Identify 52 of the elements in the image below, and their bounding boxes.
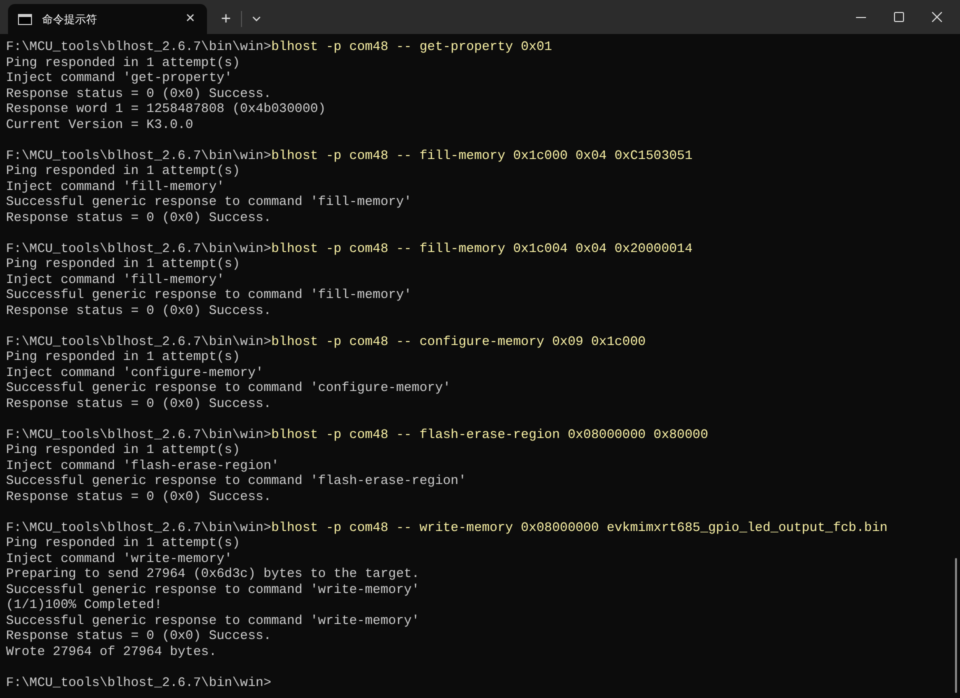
output-line: Inject command 'fill-memory' bbox=[6, 272, 224, 286]
output-line: Response status = 0 (0x0) Success. bbox=[6, 628, 272, 643]
close-tab-button[interactable]: × bbox=[184, 11, 197, 27]
prompt-path: F:\MCU_tools\blhost_2.6.7\bin\win> bbox=[6, 674, 272, 690]
output-line: Inject command 'write-memory' bbox=[6, 550, 232, 566]
output-line: Ping responded in 1 attempt(s) bbox=[6, 163, 240, 178]
output-line: Inject command 'flash-erase-region' bbox=[6, 458, 280, 472]
output-line: Preparing to send 27964 (0x6d3c) bytes to the target. bbox=[6, 566, 420, 581]
output-line: Successful generic response to command 'write-memory' bbox=[6, 582, 420, 596]
output-line: Inject command 'fill-memory' bbox=[6, 178, 224, 194]
chevron-down-icon bbox=[252, 16, 261, 22]
output-line: (1/1)100% Completed! bbox=[6, 597, 162, 612]
output-line: Response status = 0 (0x0) Success. bbox=[6, 302, 272, 318]
prompt-path: F:\MCU_tools\blhost_2.6.7\bin\win> bbox=[6, 334, 272, 348]
command-text: blhost -p com48 -- fill-memory 0x1c004 0x04 0x20000014 bbox=[271, 240, 693, 256]
command-text: blhost -p com48 -- get-property 0x01 bbox=[271, 39, 552, 54]
command-text: blhost -p com48 -- configure-memory 0x09 0x1c000 bbox=[271, 334, 646, 348]
output-line: Successful generic response to command 'fill-memory' bbox=[6, 287, 412, 302]
command-text: blhost -p com48 -- write-memory 0x08000000 evkmimxrt685_gpio_led_output_fcb.bin bbox=[271, 520, 888, 534]
output-line: Ping responded in 1 attempt(s) bbox=[6, 442, 240, 457]
output-line: Response status = 0 (0x0) Success. bbox=[6, 210, 272, 224]
output-line: Ping responded in 1 attempt(s) bbox=[6, 54, 240, 70]
output-line: Successful generic response to command 'write-memory' bbox=[6, 612, 420, 628]
output-line: Ping responded in 1 attempt(s) bbox=[6, 535, 240, 550]
output-line: Inject command 'get-property' bbox=[6, 70, 232, 85]
output-line: Response status = 0 (0x0) Success. bbox=[6, 396, 272, 410]
output-line: Response word 1 = 1258487808 (0x4b030000) bbox=[6, 101, 326, 116]
new-tab-button[interactable]: + bbox=[215, 4, 237, 34]
output-line: Inject command 'configure-memory' bbox=[6, 364, 264, 380]
output-line: Successful generic response to command 'flash-erase-region' bbox=[6, 473, 466, 488]
output-line: Response status = 0 (0x0) Success. bbox=[6, 488, 272, 504]
output-line: Ping responded in 1 attempt(s) bbox=[6, 349, 240, 364]
output-line: Response status = 0 (0x0) Success. bbox=[6, 86, 272, 100]
tab-title: 命令提示符 bbox=[42, 12, 98, 26]
output-line: Wrote 27964 of 27964 bytes. bbox=[6, 644, 217, 658]
prompt-path: F:\MCU_tools\blhost_2.6.7\bin\win> bbox=[6, 240, 272, 256]
prompt-path: F:\MCU_tools\blhost_2.6.7\bin\win> bbox=[6, 520, 272, 534]
output-line: Successful generic response to command 'configure-memory' bbox=[6, 380, 451, 395]
output-line: Successful generic response to command 'fill-memory' bbox=[6, 194, 412, 209]
scrollbar-thumb[interactable] bbox=[955, 558, 957, 693]
command-text: blhost -p com48 -- flash-erase-region 0x08000000 0x80000 bbox=[271, 426, 708, 442]
prompt-path: F:\MCU_tools\blhost_2.6.7\bin\win> bbox=[6, 148, 272, 162]
command-text: blhost -p com48 -- fill-memory 0x1c000 0x04 0xC1503051 bbox=[271, 148, 693, 162]
terminal-tab[interactable]: 命令提示符 × bbox=[8, 4, 207, 34]
minimize-icon bbox=[856, 16, 866, 18]
prompt-path: F:\MCU_tools\blhost_2.6.7\bin\win> bbox=[6, 39, 272, 54]
maximize-icon bbox=[894, 12, 904, 22]
output-line: Current Version = K3.0.0 bbox=[6, 116, 194, 132]
prompt-path: F:\MCU_tools\blhost_2.6.7\bin\win> bbox=[6, 426, 272, 442]
terminal-icon bbox=[18, 14, 32, 24]
close-icon bbox=[932, 12, 942, 22]
output-line: Ping responded in 1 attempt(s) bbox=[6, 256, 240, 271]
